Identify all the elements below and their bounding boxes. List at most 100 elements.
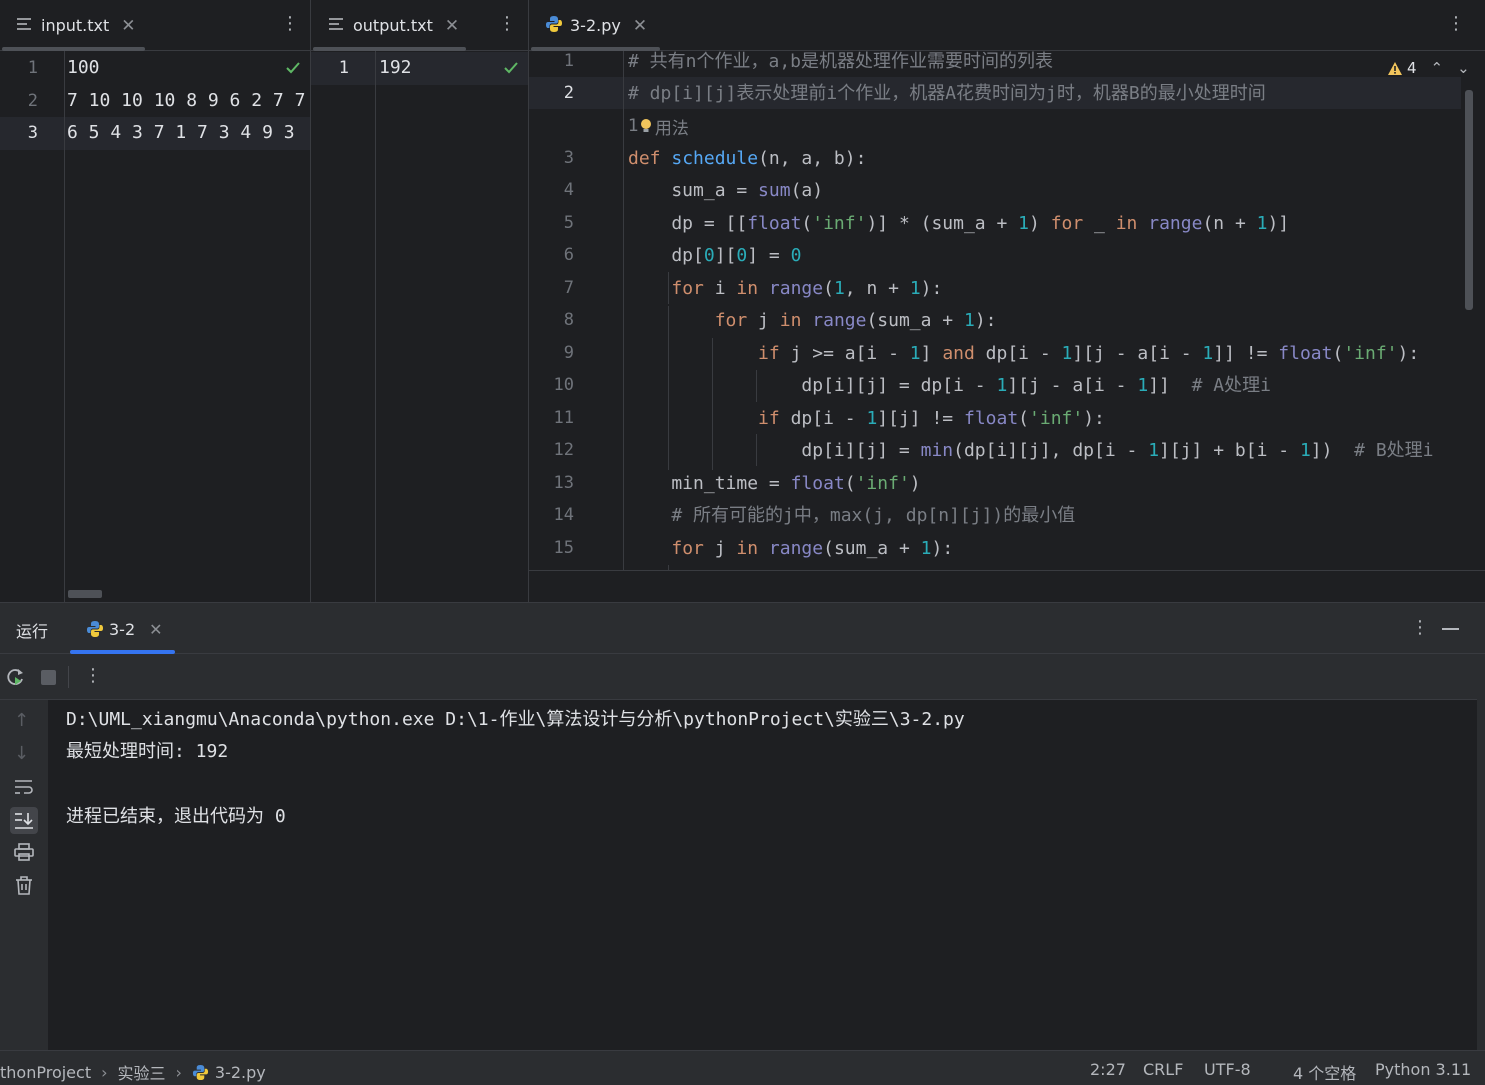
tab-run-config[interactable]: 3-2 ✕ bbox=[86, 618, 163, 640]
code-token: float bbox=[790, 473, 845, 494]
code-line[interactable]: # dp[i][j]表示处理前i个作业，机器A花费时间为j时，机器B的最小处理时… bbox=[628, 78, 1266, 110]
usage-hint[interactable]: 1 用法 bbox=[628, 114, 689, 139]
chevron-right-icon: › bbox=[101, 1062, 108, 1082]
code-token: 'inf' bbox=[855, 473, 910, 494]
text-line[interactable]: 192 bbox=[379, 57, 412, 78]
text-line[interactable]: 100 bbox=[67, 57, 100, 78]
minimize-icon[interactable] bbox=[1442, 628, 1459, 630]
code-token: )] bbox=[1267, 213, 1290, 234]
trash-icon[interactable] bbox=[15, 876, 33, 895]
more-options-icon[interactable]: ⋮ bbox=[281, 13, 299, 35]
console-line[interactable]: 最短处理时间: 192 bbox=[66, 737, 228, 763]
tab-label: input.txt bbox=[41, 16, 110, 35]
rerun-icon[interactable] bbox=[6, 667, 26, 687]
tab-output-txt[interactable]: output.txt ✕ bbox=[328, 0, 459, 51]
code-line[interactable]: # 所有可能的j中，max(j, dp[n][j])的最小值 bbox=[628, 500, 1075, 532]
code-token: float bbox=[963, 408, 1019, 429]
status-bar: thonProject › 实验三 › 3-2.py 2:27 CRLF UTF… bbox=[0, 1050, 1485, 1085]
arrow-down-icon[interactable]: ↓ bbox=[14, 743, 29, 764]
more-options-icon[interactable]: ⋮ bbox=[1447, 13, 1465, 35]
tab-3-2-py[interactable]: 3-2.py ✕ bbox=[545, 0, 647, 51]
code-token: ): bbox=[1083, 408, 1105, 429]
stop-icon[interactable] bbox=[41, 670, 56, 685]
tab-label: output.txt bbox=[353, 16, 433, 35]
code-line[interactable]: dp[i][j] = dp[i - 1][j - a[i - 1]] # A处理… bbox=[628, 370, 1271, 402]
code-line[interactable]: for j in range(sum_a + 1): bbox=[628, 305, 997, 337]
code-line[interactable]: if j >= a[i - 1] and dp[i - 1][j - a[i -… bbox=[628, 338, 1419, 370]
code-token: (a) bbox=[790, 180, 824, 201]
more-options-icon[interactable]: ⋮ bbox=[498, 13, 516, 35]
line-ending[interactable]: CRLF bbox=[1143, 1060, 1183, 1079]
code-line[interactable]: for j in range(sum_a + 1): bbox=[628, 533, 953, 565]
breadcrumb-item[interactable]: thonProject bbox=[0, 1063, 91, 1082]
code-line[interactable]: dp[0][0] = 0 bbox=[628, 240, 801, 272]
code-token: 1 bbox=[1137, 375, 1149, 396]
print-icon[interactable] bbox=[14, 843, 34, 861]
close-icon[interactable]: ✕ bbox=[445, 16, 459, 36]
code-line[interactable]: def schedule(n, a, b): bbox=[628, 143, 866, 175]
code-line[interactable]: min_time = float('inf') bbox=[628, 468, 920, 500]
tab-input-txt[interactable]: input.txt ✕ bbox=[16, 0, 136, 51]
line-number: 6 bbox=[563, 245, 574, 265]
code-token: ] = bbox=[747, 245, 791, 266]
scroll-to-end-button[interactable] bbox=[10, 807, 38, 834]
close-icon[interactable]: ✕ bbox=[633, 16, 647, 36]
code-token: j bbox=[747, 310, 780, 331]
file-encoding[interactable]: UTF-8 bbox=[1204, 1060, 1251, 1079]
line-number: 2 bbox=[563, 83, 574, 103]
code-token: and bbox=[942, 343, 975, 364]
console-line[interactable]: D:\UML_xiangmu\Anaconda\python.exe D:\1-… bbox=[66, 705, 965, 731]
code-token: 1 bbox=[996, 375, 1008, 396]
code-token: schedule bbox=[671, 148, 759, 169]
gutter-divider bbox=[375, 51, 376, 602]
code-token: 0 bbox=[790, 245, 802, 266]
more-options-icon[interactable]: ⋮ bbox=[1411, 617, 1429, 638]
code-line[interactable]: sum_a = sum(a) bbox=[628, 175, 823, 207]
code-token: for bbox=[714, 310, 748, 331]
python-interpreter[interactable]: Python 3.11 bbox=[1375, 1060, 1471, 1079]
inspection-widget[interactable]: 4 ⌃ ⌄ bbox=[1387, 58, 1470, 78]
code-token: 1 bbox=[1256, 213, 1268, 234]
code-token: dp[i - bbox=[779, 408, 867, 429]
more-options-icon[interactable]: ⋮ bbox=[84, 665, 102, 686]
code-line[interactable]: dp[i][j] = min(dp[i][j], dp[i - 1][j] + … bbox=[628, 435, 1433, 467]
vertical-scrollbar[interactable] bbox=[1465, 90, 1473, 310]
console-line[interactable]: 进程已结束，退出代码为 0 bbox=[66, 802, 286, 828]
code-token: if bbox=[758, 408, 780, 429]
close-icon[interactable]: ✕ bbox=[121, 16, 135, 36]
code-line[interactable]: dp = [[float('inf')] * (sum_a + 1) for _… bbox=[628, 208, 1289, 240]
code-token: # 所有可能的j中，max(j, dp[n][j])的最小值 bbox=[671, 505, 1076, 526]
code-token: ) bbox=[1029, 213, 1051, 234]
text-line[interactable]: 6 5 4 3 7 1 7 3 4 9 3 bbox=[67, 122, 295, 143]
code-token: range bbox=[768, 538, 824, 559]
close-icon[interactable]: ✕ bbox=[149, 620, 162, 639]
arrow-up-icon[interactable]: ↑ bbox=[14, 710, 29, 731]
caret-position[interactable]: 2:27 bbox=[1090, 1060, 1126, 1079]
code-token: 'inf' bbox=[812, 213, 867, 234]
python-icon bbox=[87, 621, 103, 637]
usage-count: 1 bbox=[628, 116, 639, 136]
code-token: ( bbox=[844, 473, 856, 494]
soft-wrap-icon[interactable] bbox=[14, 778, 34, 796]
code-token: ]) bbox=[1310, 440, 1355, 461]
chevron-up-icon[interactable]: ⌃ bbox=[1431, 59, 1444, 77]
code-token: 1 bbox=[866, 408, 878, 429]
chevron-down-icon[interactable]: ⌄ bbox=[1457, 59, 1470, 77]
code-token: dp[i - bbox=[974, 343, 1062, 364]
breadcrumb-item[interactable]: 实验三 bbox=[118, 1060, 166, 1084]
text-line[interactable]: 7 10 10 10 8 9 6 2 7 7 bbox=[67, 90, 305, 111]
code-token: dp[i][j] = bbox=[628, 440, 921, 461]
line-number: 10 bbox=[553, 375, 574, 395]
horizontal-scrollbar[interactable] bbox=[68, 590, 102, 598]
code-line[interactable]: # 共有n个作业，a,b是机器处理作业需要时间的列表 bbox=[628, 46, 1053, 78]
code-token: ( bbox=[1332, 343, 1344, 364]
indent-setting[interactable]: 4 个空格 bbox=[1293, 1060, 1356, 1084]
line-number: 12 bbox=[553, 440, 574, 460]
code-line[interactable]: if dp[i - 1][j] != float('inf'): bbox=[628, 403, 1105, 435]
breadcrumb-item[interactable]: 3-2.py bbox=[215, 1063, 266, 1082]
code-token: (dp[i][j], dp[i - bbox=[953, 440, 1149, 461]
code-line[interactable]: for i in range(1, n + 1): bbox=[628, 273, 942, 305]
